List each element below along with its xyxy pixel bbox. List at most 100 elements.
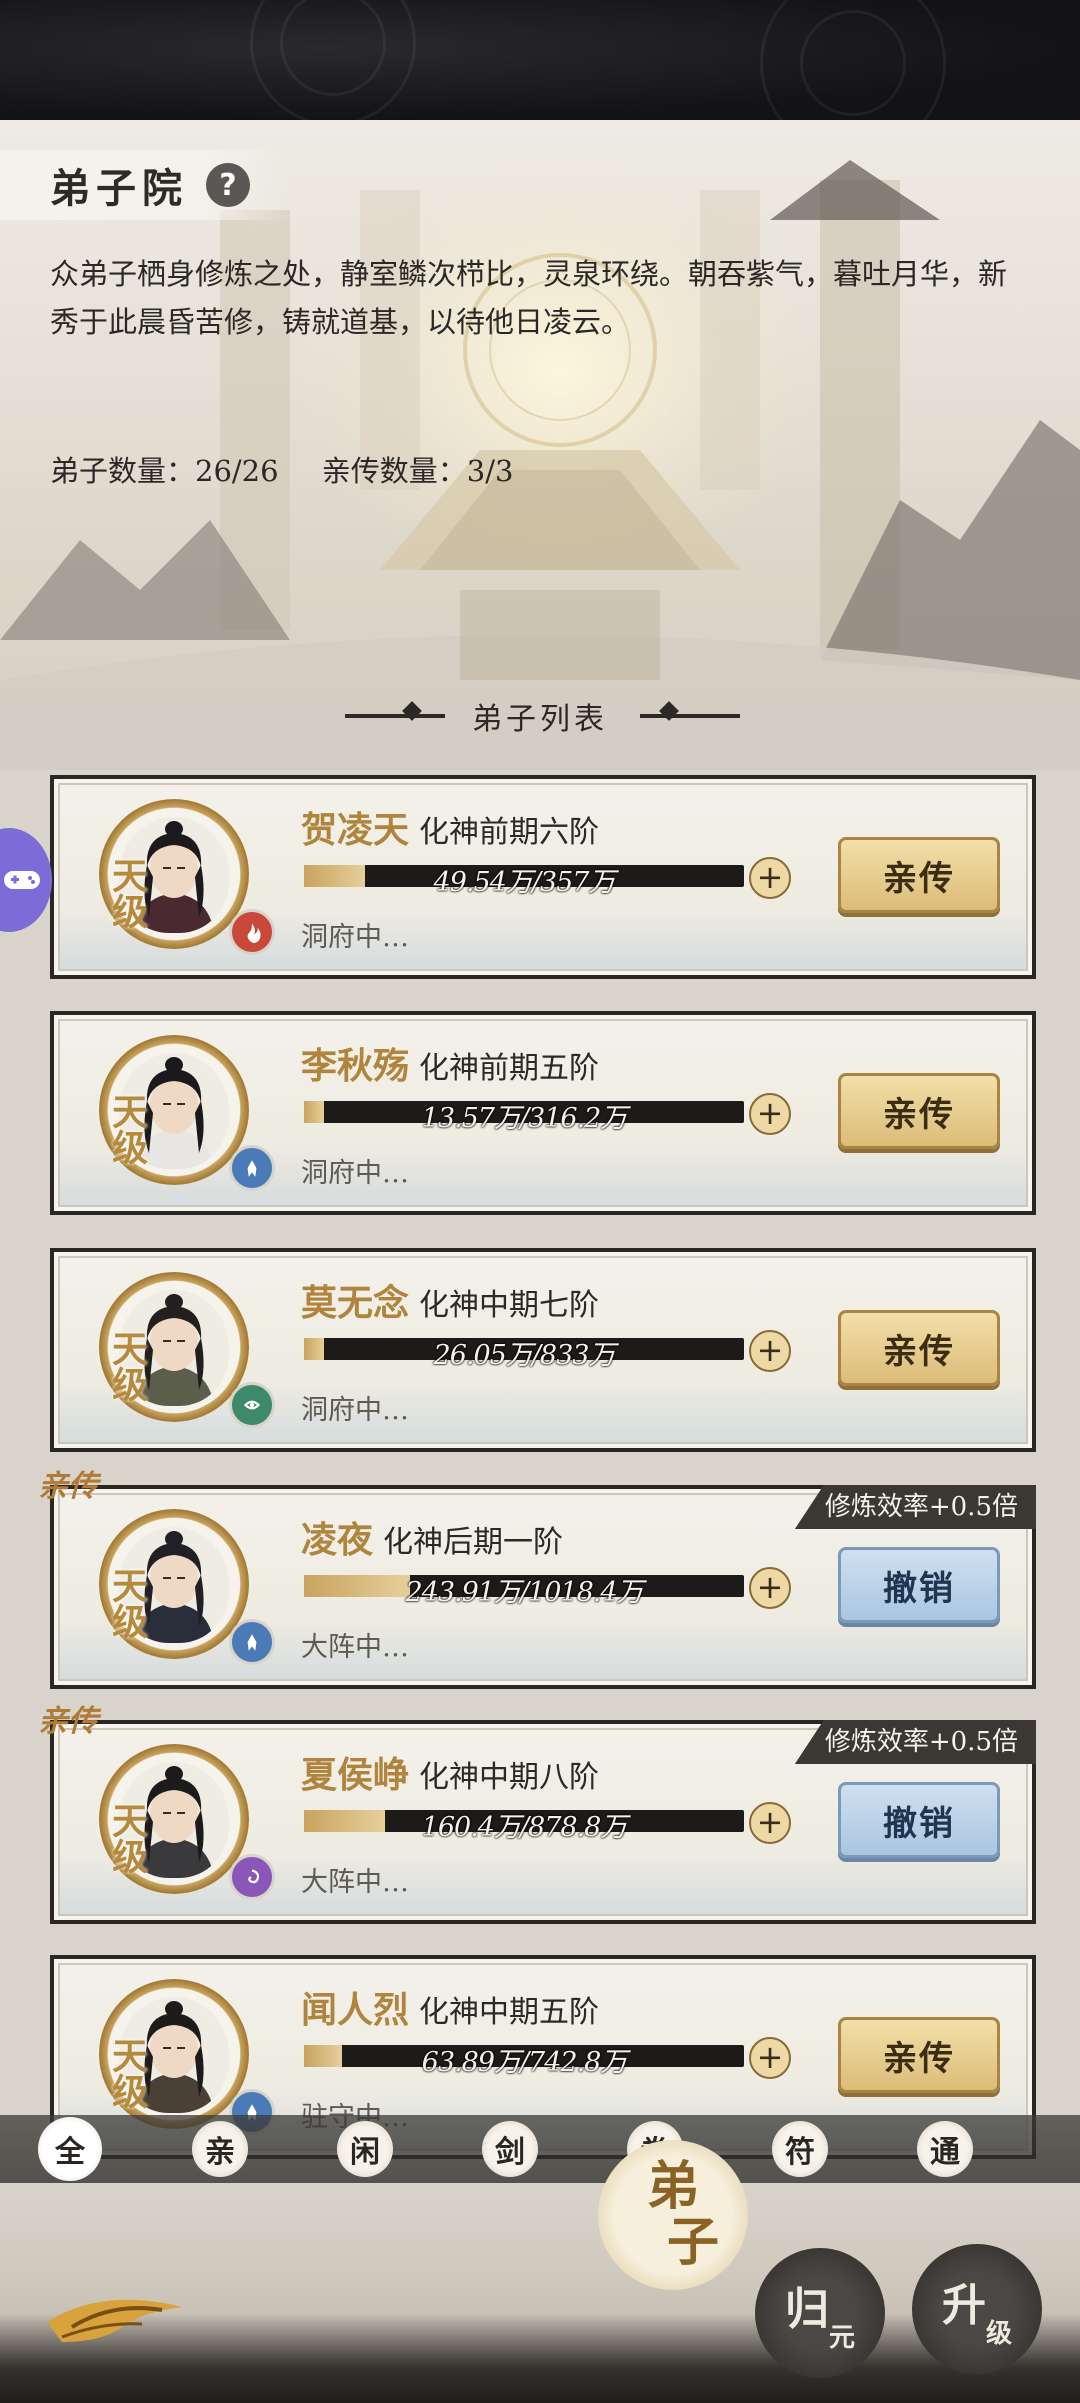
- disciple-card[interactable]: 天级 莫无念 化神中期七阶 26.05万/833万 + 洞府中… 亲传: [50, 1248, 1036, 1452]
- disciple-realm: 化神前期六阶: [419, 815, 600, 850]
- revoke-apprentice-button[interactable]: 撤销: [838, 1547, 1000, 1623]
- cultivation-progress-bar: 13.57万/316.2万: [304, 1101, 744, 1134]
- filter-tab-0[interactable]: 全: [38, 2117, 102, 2181]
- rank-text: 天级: [106, 1330, 148, 1402]
- cultivation-exp: 26.05万/833万: [433, 1340, 616, 1371]
- cultivation-progress-bar: 243.91万/1018.4万: [304, 1575, 744, 1608]
- add-exp-button[interactable]: +: [749, 1330, 791, 1372]
- cultivation-progress-bar: 160.4万/878.8万: [304, 1810, 744, 1843]
- disciple-card[interactable]: 天级 贺凌天 化神前期六阶 49.54万/357万 + 洞府中… 亲传: [50, 775, 1036, 979]
- cultivation-exp: 160.4万/878.8万: [421, 1812, 628, 1843]
- disciple-card[interactable]: 天级 凌夜 化神后期一阶 243.91万/1018.4万 + 大阵中… 撤销 亲传 修炼效率+0…: [38, 1469, 1036, 1689]
- disciple-name: 凌夜: [301, 1519, 374, 1561]
- disciple-status: 大阵中…: [301, 1632, 409, 1663]
- disciple-status: 洞府中…: [301, 922, 409, 953]
- rank-text: 天级: [106, 1802, 148, 1874]
- add-exp-button[interactable]: +: [749, 1093, 791, 1135]
- rank-text: 天级: [106, 857, 148, 929]
- filter-tab-3[interactable]: 剑: [482, 2121, 538, 2177]
- make-apprentice-button[interactable]: 亲传: [838, 1310, 1000, 1386]
- disciple-name-line: 闻人烈 化神中期五阶: [301, 1981, 599, 2033]
- disciple-card[interactable]: 天级 李秋殇 化神前期五阶 13.57万/316.2万 + 洞府中… 亲传: [50, 1011, 1036, 1215]
- filter-tab-1[interactable]: 亲: [192, 2121, 248, 2177]
- gamepad-float-button[interactable]: [0, 828, 52, 932]
- nav-upgrade-bottom: 级: [985, 2318, 1012, 2349]
- rank-label: 天级: [106, 2037, 148, 2117]
- filter-tab-6[interactable]: 通: [917, 2121, 973, 2177]
- avatar[interactable]: 天级: [99, 1979, 275, 2135]
- disciple-name-line: 莫无念 化神中期七阶: [301, 1274, 599, 1326]
- page-title-plate: 弟子院 ?: [0, 150, 290, 220]
- nav-disciple-top: 弟: [646, 2156, 699, 2217]
- element-badge: [229, 1619, 275, 1665]
- water-icon: [247, 1634, 257, 1651]
- cultivation-progress-bar: 49.54万/357万: [304, 865, 744, 898]
- cultivation-progress-bar: 63.89万/742.8万: [304, 2045, 744, 2078]
- disciple-name-line: 夏侯峥 化神中期八阶: [301, 1746, 599, 1798]
- avatar[interactable]: 天级: [99, 1509, 275, 1665]
- water-icon: [247, 1160, 257, 1177]
- make-apprentice-button[interactable]: 亲传: [838, 1073, 1000, 1149]
- disciple-name-line: 李秋殇 化神前期五阶: [301, 1037, 599, 1089]
- nav-guiyuan-bottom: 元: [828, 2322, 855, 2353]
- disciple-name-line: 贺凌天 化神前期六阶: [301, 801, 599, 853]
- cultivation-bonus-banner: 修炼效率+0.5倍: [794, 1485, 1036, 1529]
- disciple-card[interactable]: 天级 夏侯峥 化神中期八阶 160.4万/878.8万 + 大阵中… 撤销 亲传 修炼效率+0.…: [38, 1704, 1036, 1924]
- cultivation-exp: 49.54万/357万: [433, 867, 616, 898]
- element-badge: [229, 1854, 275, 1900]
- avatar[interactable]: 天级: [99, 1744, 275, 1900]
- rank-text: 天级: [106, 2037, 148, 2109]
- help-icon[interactable]: ?: [206, 163, 250, 207]
- cultivation-bonus-banner: 修炼效率+0.5倍: [794, 1720, 1036, 1764]
- make-apprentice-button[interactable]: 亲传: [838, 837, 1000, 913]
- add-exp-button[interactable]: +: [749, 2037, 791, 2079]
- rank-text: 天级: [106, 1093, 148, 1165]
- cultivation-exp: 243.91万/1018.4万: [405, 1577, 643, 1608]
- wind-icon: [243, 1400, 261, 1410]
- top-bar: [0, 0, 1080, 156]
- page-title: 弟子院: [50, 165, 188, 212]
- cultivation-exp: 63.89万/742.8万: [421, 2047, 628, 2078]
- rank-label: 天级: [106, 857, 148, 937]
- cultivation-progress-bar: 26.05万/833万: [304, 1338, 744, 1371]
- nav-upgrade-button[interactable]: 升级: [912, 2244, 1042, 2374]
- add-exp-button[interactable]: +: [749, 1567, 791, 1609]
- disciple-list-header: 弟子列表: [0, 694, 1080, 738]
- rank-label: 天级: [106, 1802, 148, 1882]
- fire-icon: [247, 923, 261, 943]
- disciple-name: 闻人烈: [301, 1989, 410, 2031]
- disciple-realm: 化神前期五阶: [419, 1051, 600, 1086]
- courtyard-description: 众弟子栖身修炼之处，静室鳞次栉比，灵泉环绕。朝吞紫气，暮吐月华，新秀于此晨昏苦修…: [50, 257, 1008, 339]
- filter-bar: 全亲闲剑拳符通: [0, 2115, 1080, 2183]
- element-badge: [229, 1382, 275, 1428]
- apprentice-tag: 亲传: [38, 1704, 98, 1739]
- filter-tab-5[interactable]: 符: [772, 2121, 828, 2177]
- disciple-realm: 化神中期五阶: [419, 1995, 600, 2030]
- cloud-fan-icon[interactable]: [42, 2282, 192, 2352]
- rank-label: 天级: [106, 1093, 148, 1173]
- disciple-status: 大阵中…: [301, 1867, 409, 1898]
- disciple-realm: 化神中期八阶: [419, 1760, 600, 1795]
- ornament-left: [345, 714, 445, 718]
- apprentice-tag: 亲传: [38, 1469, 98, 1504]
- disciple-realm: 化神中期七阶: [419, 1288, 600, 1323]
- avatar[interactable]: 天级: [99, 1035, 275, 1191]
- avatar[interactable]: 天级: [99, 799, 275, 955]
- avatar[interactable]: 天级: [99, 1272, 275, 1428]
- disciple-name: 夏侯峥: [301, 1754, 410, 1796]
- rank-label: 天级: [106, 1330, 148, 1410]
- revoke-apprentice-button[interactable]: 撤销: [838, 1782, 1000, 1858]
- disciple-counts: 弟子数量：26/26 亲传数量：3/3: [50, 448, 547, 490]
- gamepad-icon: [4, 871, 40, 889]
- ornament-right: [640, 714, 740, 718]
- rank-label: 天级: [106, 1567, 148, 1647]
- disciple-name-line: 凌夜 化神后期一阶: [301, 1511, 563, 1563]
- filter-tab-2[interactable]: 闲: [337, 2121, 393, 2177]
- nav-guiyuan-button[interactable]: 归元: [755, 2248, 885, 2378]
- nav-disciple-button[interactable]: 弟 子: [598, 2140, 748, 2290]
- add-exp-button[interactable]: +: [749, 1802, 791, 1844]
- disciple-name: 贺凌天: [301, 809, 410, 851]
- make-apprentice-button[interactable]: 亲传: [838, 2017, 1000, 2093]
- add-exp-button[interactable]: +: [749, 857, 791, 899]
- nav-disciple-bottom: 子: [666, 2212, 719, 2273]
